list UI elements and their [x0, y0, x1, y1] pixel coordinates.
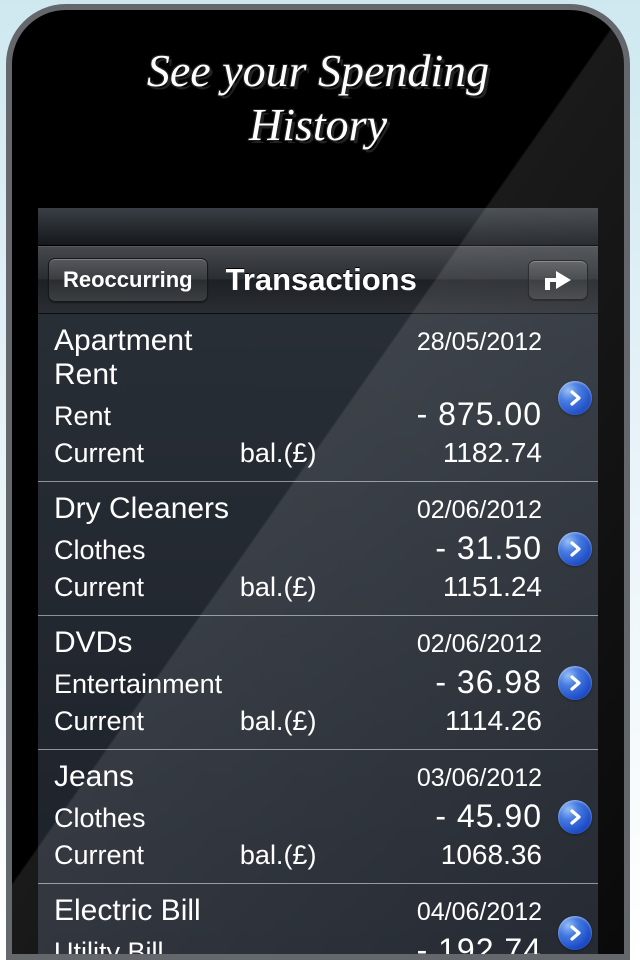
transaction-amount: - 31.50 [372, 530, 584, 567]
transaction-date: 02/06/2012 [372, 496, 584, 525]
transaction-date: 04/06/2012 [372, 898, 584, 927]
transaction-category: Utility Bill [54, 937, 240, 954]
transaction-category: Entertainment [54, 669, 240, 700]
nav-bar: Reoccurring Transactions [38, 246, 598, 314]
transaction-title: Jeans [54, 760, 240, 794]
reoccurring-button-label: Reoccurring [63, 267, 193, 293]
transaction-amount: - 875.00 [372, 396, 584, 433]
transaction-amount: - 45.90 [372, 798, 584, 835]
promo-headline-line2: History [12, 98, 624, 152]
balance-label: bal.(£) [240, 840, 372, 871]
balance-label: bal.(£) [240, 572, 372, 603]
transaction-list[interactable]: Apartment Rent 28/05/2012 Rent - 875.00 Curr… [38, 314, 598, 954]
chevron-right-icon [558, 916, 592, 950]
promo-headline-line1: See your Spending [12, 44, 624, 98]
chevron-right-icon [558, 666, 592, 700]
phone-body: See your Spending History Reoccurring Tr… [12, 10, 624, 954]
transaction-account: Current [54, 840, 240, 871]
disclosure-button[interactable] [558, 666, 592, 700]
disclosure-button[interactable] [558, 916, 592, 950]
promo-headline: See your Spending History [12, 44, 624, 153]
chevron-right-icon [558, 800, 592, 834]
phone-frame: See your Spending History Reoccurring Tr… [6, 4, 630, 960]
transaction-row[interactable]: Electric Bill 04/06/2012 Utility Bill - 192… [38, 884, 598, 954]
transaction-balance: 1068.36 [372, 839, 584, 871]
transaction-category: Clothes [54, 803, 240, 834]
transaction-balance: 1151.24 [372, 571, 584, 603]
transaction-title: Electric Bill [54, 894, 240, 928]
transaction-date: 28/05/2012 [372, 328, 584, 357]
share-icon [541, 267, 575, 293]
transaction-title: DVDs [54, 626, 240, 660]
transaction-row[interactable]: Apartment Rent 28/05/2012 Rent - 875.00 Curr… [38, 314, 598, 482]
transaction-row[interactable]: Jeans 03/06/2012 Clothes - 45.90 Currentbal.… [38, 750, 598, 884]
transaction-account: Current [54, 572, 240, 603]
transaction-account: Current [54, 438, 240, 469]
transaction-title: Dry Cleaners [54, 492, 240, 526]
transaction-row[interactable]: Dry Cleaners 02/06/2012 Clothes - 31.50 Curr… [38, 482, 598, 616]
transaction-category: Rent [54, 401, 240, 432]
transaction-account: Current [54, 706, 240, 737]
transaction-amount: - 192.74 [372, 932, 584, 954]
disclosure-button[interactable] [558, 532, 592, 566]
disclosure-button[interactable] [558, 381, 592, 415]
reoccurring-button[interactable]: Reoccurring [48, 258, 208, 302]
balance-label: bal.(£) [240, 438, 372, 469]
balance-label: bal.(£) [240, 706, 372, 737]
disclosure-button[interactable] [558, 800, 592, 834]
transaction-category: Clothes [54, 535, 240, 566]
transaction-row[interactable]: DVDs 02/06/2012 Entertainment - 36.98 Curren… [38, 616, 598, 750]
transaction-balance: 1182.74 [372, 437, 584, 469]
transaction-title: Apartment Rent [54, 324, 240, 392]
page-title: Transactions [226, 262, 514, 298]
status-bar [38, 208, 598, 246]
chevron-right-icon [558, 532, 592, 566]
chevron-right-icon [558, 381, 592, 415]
transaction-balance: 1114.26 [372, 705, 584, 737]
transaction-date: 02/06/2012 [372, 630, 584, 659]
share-button[interactable] [528, 260, 588, 300]
app-screen: Reoccurring Transactions Apartment Rent 2… [38, 208, 598, 954]
transaction-date: 03/06/2012 [372, 764, 584, 793]
transaction-amount: - 36.98 [372, 664, 584, 701]
